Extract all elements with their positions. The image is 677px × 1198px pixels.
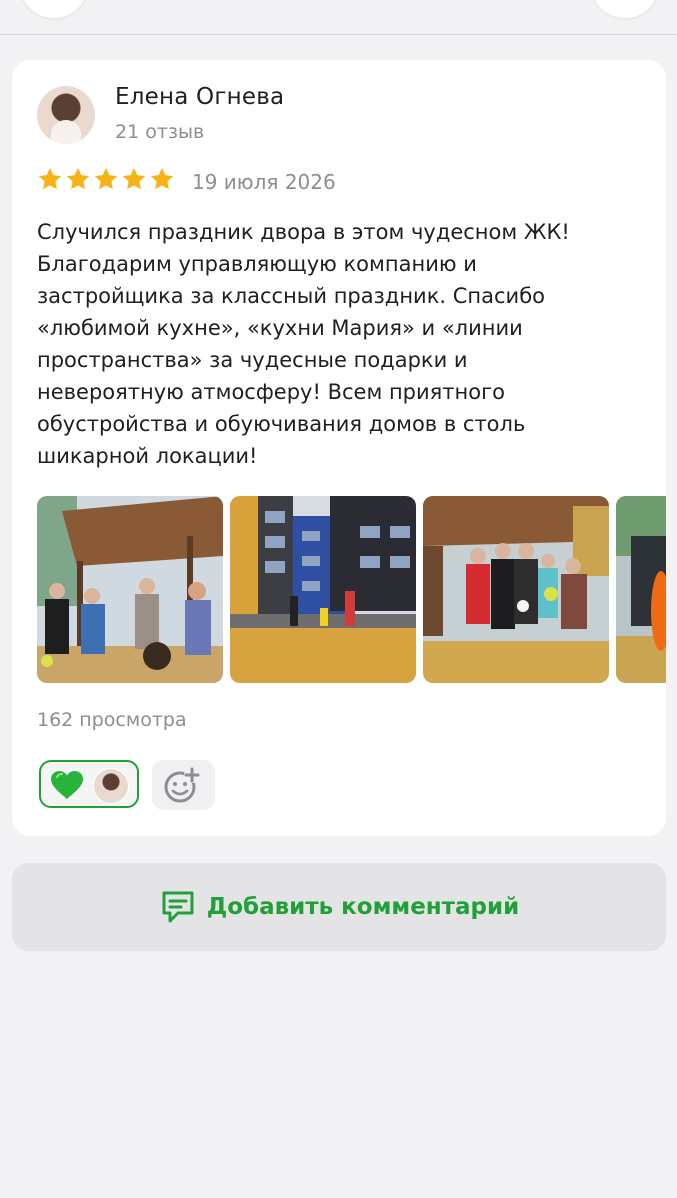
star-icon: [66, 167, 90, 190]
add-reaction-smiley-icon: [164, 767, 200, 803]
like-reaction-button[interactable]: [39, 760, 139, 808]
star-icon: [38, 167, 62, 190]
top-bar: [0, 0, 677, 35]
comment-icon: [162, 891, 194, 923]
star-icon: [94, 167, 118, 190]
author-name[interactable]: Елена Огнева: [115, 84, 284, 110]
reactor-avatar: [93, 768, 129, 804]
avatar[interactable]: [37, 86, 95, 144]
review-photo-1[interactable]: [37, 496, 223, 683]
review-photo-2[interactable]: [230, 496, 416, 683]
author-review-count: 21 отзыв: [115, 121, 205, 143]
add-reaction-button[interactable]: [152, 760, 215, 810]
green-heart-icon: [51, 771, 83, 799]
menu-button[interactable]: [592, 0, 658, 18]
back-button[interactable]: [21, 0, 87, 18]
review-photo-3[interactable]: [423, 496, 609, 683]
star-icon: [150, 167, 174, 190]
add-comment-label: Добавить комментарий: [206, 894, 520, 920]
view-count: 162 просмотра: [37, 709, 187, 731]
photo-gallery[interactable]: [37, 496, 666, 683]
add-comment-button[interactable]: Добавить комментарий: [12, 863, 666, 951]
review-text: Случился праздник двора в этом чудесном …: [37, 220, 570, 468]
review-card: Елена Огнева 21 отзыв 19 июля 2026 Случи…: [12, 60, 666, 836]
rating-stars: [37, 166, 175, 192]
star-icon: [122, 167, 146, 190]
review-photo-4[interactable]: [616, 496, 666, 683]
review-date: 19 июля 2026: [192, 170, 336, 194]
